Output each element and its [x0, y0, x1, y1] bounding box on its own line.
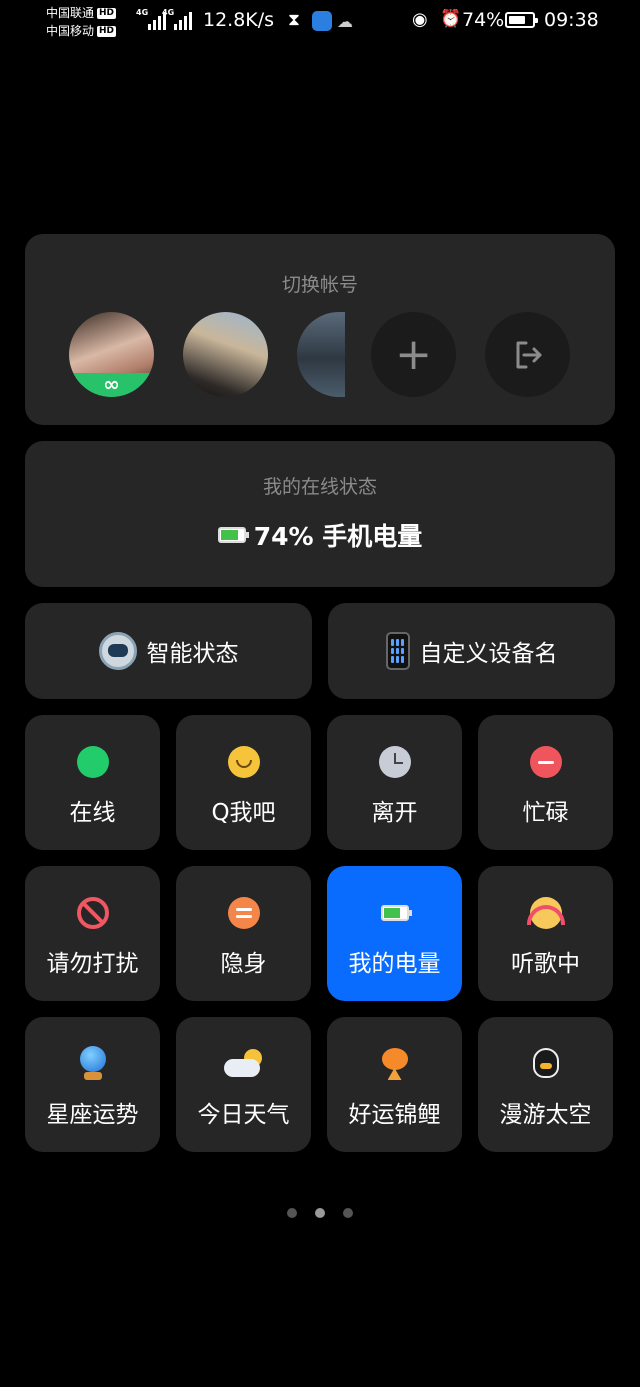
busy-icon: [529, 746, 562, 778]
status-tile-label: 忙碌: [522, 800, 569, 826]
network-type-2: 4G: [162, 8, 175, 17]
carrier-2-label: 中国移动: [46, 24, 95, 38]
status-tile-label: 听歌中: [511, 951, 580, 977]
status-tile-lucky-koi[interactable]: 好运锦鲤: [327, 1017, 462, 1152]
infinity-badge: ∞: [69, 373, 154, 397]
eye-comfort-icon: ◉: [412, 9, 428, 30]
smile-icon: [227, 746, 260, 778]
status-tile-weather[interactable]: 今日天气: [176, 1017, 311, 1152]
status-tile-label: 今日天气: [197, 1102, 290, 1128]
alarm-icon: ⏰: [440, 9, 462, 29]
logout-button[interactable]: [485, 312, 570, 397]
status-tile-label: 我的电量: [348, 951, 441, 977]
battery-percent: 74%: [462, 9, 505, 31]
clock-icon: [378, 746, 411, 778]
cloud-icon: ☁: [337, 12, 353, 31]
astronaut-penguin-icon: [529, 1046, 563, 1082]
status-tile-label: 隐身: [220, 951, 267, 977]
phone-icon: [385, 632, 410, 670]
smart-status-button[interactable]: 智能状态: [25, 603, 312, 699]
invisible-icon: [227, 897, 260, 929]
smart-status-label: 智能状态: [146, 641, 239, 667]
koi-fish-icon: [378, 1046, 412, 1082]
status-tile-do-not-disturb[interactable]: 请勿打扰: [25, 866, 160, 1001]
online-status-card[interactable]: 我的在线状态 74% 手机电量: [25, 441, 615, 587]
app-notification-icon: [312, 11, 332, 31]
custom-device-name-label: 自定义设备名: [419, 641, 558, 667]
crystal-ball-icon: [78, 1046, 108, 1082]
signal-2-icon: 4G: [162, 8, 192, 30]
headphones-icon: [526, 897, 565, 929]
status-tile-label: 漫游太空: [499, 1102, 592, 1128]
battery-icon: [217, 527, 249, 543]
status-tile-q-me[interactable]: Q我吧: [176, 715, 311, 850]
page-indicator: [0, 1208, 640, 1218]
status-tile-busy[interactable]: 忙碌: [478, 715, 613, 850]
status-bar: 中国联通 HD 中国移动 HD 4G 4G 12.8K/s ⧗ ☁ ◉ ⏰ 74% …: [0, 0, 640, 44]
no-entry-icon: [76, 897, 109, 929]
status-tile-label: Q我吧: [211, 800, 276, 826]
status-tile-label: 好运锦鲤: [348, 1102, 441, 1128]
plus-icon: +: [395, 329, 432, 380]
carrier-1-label: 中国联通: [46, 6, 95, 20]
account-avatar-1[interactable]: ∞: [69, 312, 154, 397]
logout-icon: [516, 341, 541, 368]
add-account-button[interactable]: +: [371, 312, 456, 397]
online-status-title: 我的在线状态: [262, 476, 377, 498]
carrier-info: 中国联通 HD 中国移动 HD: [46, 4, 117, 40]
battery-icon: [505, 12, 538, 28]
custom-device-name-button[interactable]: 自定义设备名: [328, 603, 615, 699]
hd-badge: HD: [97, 7, 117, 19]
hd-badge: HD: [97, 25, 117, 37]
current-status: 74% 手机电量: [25, 517, 615, 553]
status-tile-label: 请勿打扰: [46, 951, 139, 977]
status-tile-my-battery[interactable]: 我的电量: [327, 866, 462, 1001]
page-dot[interactable]: [343, 1208, 353, 1218]
status-tile-label: 在线: [69, 800, 116, 826]
status-tile-label: 星座运势: [46, 1102, 139, 1128]
network-speed: 12.8K/s: [203, 9, 275, 31]
status-tile-away[interactable]: 离开: [327, 715, 462, 850]
hourglass-icon: ⧗: [288, 10, 300, 30]
account-avatar-2[interactable]: [183, 312, 268, 397]
green-dot-icon: [76, 746, 109, 778]
page-dot[interactable]: [287, 1208, 297, 1218]
status-tile-invisible[interactable]: 隐身: [176, 866, 311, 1001]
page-dot-current[interactable]: [315, 1208, 325, 1218]
clock-time: 09:38: [544, 9, 599, 31]
network-type-1: 4G: [136, 8, 149, 17]
status-tile-space-roaming[interactable]: 漫游太空: [478, 1017, 613, 1152]
robot-icon: [98, 632, 137, 670]
current-status-text: 74% 手机电量: [253, 522, 423, 551]
status-tile-online[interactable]: 在线: [25, 715, 160, 850]
status-tile-horoscope[interactable]: 星座运势: [25, 1017, 160, 1152]
status-tile-listening-music[interactable]: 听歌中: [478, 866, 613, 1001]
weather-icon: [223, 1049, 264, 1079]
status-tile-label: 离开: [371, 800, 418, 826]
account-switch-title: 切换帐号: [281, 274, 358, 296]
battery-icon: [380, 905, 412, 921]
